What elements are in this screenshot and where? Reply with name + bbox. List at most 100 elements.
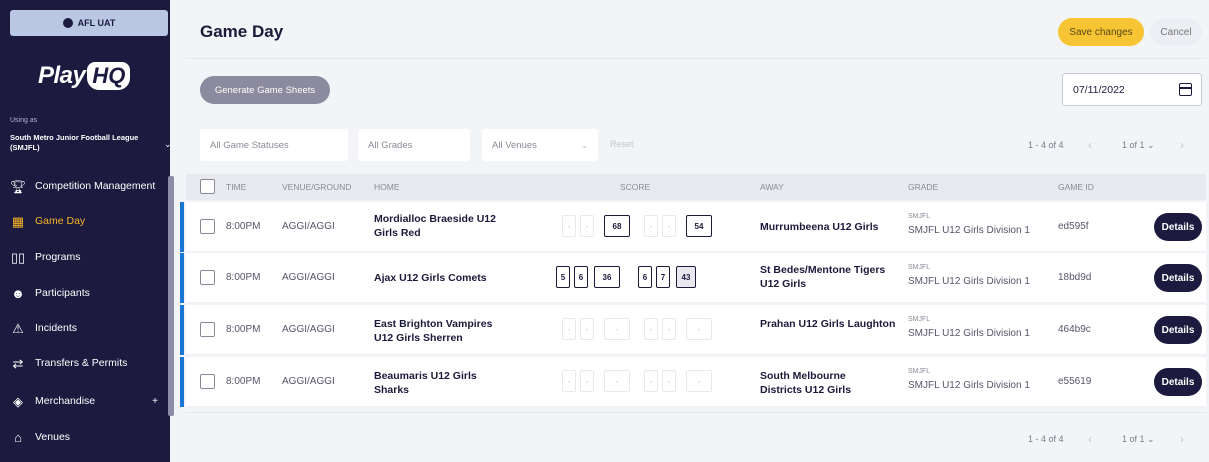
home-score-total[interactable]: - [604,370,630,392]
row-status-indicator [180,305,184,355]
playhq-logo[interactable]: Play HQ [38,58,131,94]
box-icon: ◈ [13,393,23,409]
header-divider [186,58,1206,59]
home-behinds-input[interactable]: - [580,370,594,392]
home-goals-input[interactable]: - [562,370,576,392]
home-behinds-input[interactable]: - [580,215,594,237]
grade-association: SMJFL [908,213,931,220]
home-score-total[interactable]: 68 [604,215,630,237]
row-checkbox[interactable] [200,219,215,234]
column-header-time[interactable]: TIME [226,182,246,192]
home-goals-input[interactable]: 5 [556,266,570,288]
away-score-total[interactable]: - [686,370,712,392]
calendar-icon[interactable] [1179,83,1192,96]
away-team: South Melbourne Districts U12 Girls [760,370,852,396]
people-icon: ☻ [11,285,25,301]
sidebar-item-incidents[interactable]: ⚠ Incidents [0,311,168,345]
away-behinds-input[interactable]: - [662,215,676,237]
cancel-button[interactable]: Cancel [1150,18,1202,46]
sidebar-scrollbar[interactable] [168,176,174,416]
home-team: East Brighton Vampires U12 Girls Sherren [374,318,493,344]
away-behinds-input[interactable]: 7 [656,266,670,288]
home-goals-input[interactable]: - [562,318,576,340]
away-behinds-input[interactable]: - [662,318,676,340]
chevron-left-icon[interactable]: ‹ [1088,432,1102,446]
row-status-indicator [180,202,184,252]
chevron-right-icon[interactable]: › [1180,432,1194,446]
table-bottom-divider [186,412,1206,413]
sidebar-item-label: Incidents [35,322,78,334]
globe-icon [62,18,73,28]
column-header-home[interactable]: HOME [374,182,400,192]
reset-filters-link[interactable]: Reset [610,139,634,149]
sidebar-item-label: Game Day [35,215,86,227]
table-row: 8:00PM AGGI/AGGI Ajax U12 Girls Comets 5… [180,253,1206,303]
logo-play-text: Play [38,62,86,89]
warning-icon: ⚠ [12,320,24,336]
row-checkbox[interactable] [200,374,215,389]
column-header-grade[interactable]: GRADE [908,182,938,192]
sidebar-item-competition-management[interactable]: 🏆︎ Competition Management [0,169,168,203]
chevron-right-icon[interactable]: › [1180,138,1194,152]
row-status-indicator [180,253,184,303]
away-behinds-input[interactable]: - [662,370,676,392]
page-selector[interactable]: 1 of 1 ⌄ [1122,140,1155,151]
away-score-total[interactable]: 43 [676,266,696,288]
away-goals-input[interactable]: - [644,370,658,392]
sidebar-item-participants[interactable]: ☻ Participants [0,276,168,310]
date-picker[interactable]: 07/11/2022 [1062,73,1202,106]
column-header-venue[interactable]: VENUE/GROUND [282,182,351,192]
sidebar-item-programs[interactable]: ▯▯ Programs [0,240,168,274]
using-as-label: Using as [10,117,38,124]
row-status-indicator [180,357,184,407]
game-venue: AGGI/AGGI [282,272,335,283]
details-button[interactable]: Details [1154,368,1202,396]
environment-label: AFL UAT [77,18,116,28]
page-selector[interactable]: 1 of 1 ⌄ [1122,434,1155,445]
sidebar-item-label: Transfers & Permits [35,357,128,369]
home-team: Mordialloc Braeside U12 Girls Red [374,213,496,239]
away-goals-input[interactable]: - [644,318,658,340]
home-behinds-input[interactable]: - [580,318,594,340]
away-goals-input[interactable]: 6 [638,266,652,288]
grade-filter[interactable]: All Grades [358,129,470,161]
away-team: Prahan U12 Girls Laughton [760,318,896,330]
game-status-filter[interactable]: All Game Statuses [200,129,348,161]
chevron-left-icon[interactable]: ‹ [1088,138,1102,152]
column-header-away[interactable]: AWAY [760,182,784,192]
away-score-total[interactable]: - [686,318,712,340]
home-score-total[interactable]: 36 [594,266,620,288]
expand-plus-icon[interactable]: + [152,396,158,407]
pagination-bottom: 1 - 4 of 4 ‹ 1 of 1 ⌄ › [1028,432,1202,448]
home-score-total[interactable]: - [604,318,630,340]
details-button[interactable]: Details [1154,316,1202,344]
column-header-game-id[interactable]: GAME ID [1058,182,1094,192]
grade-name: SMJFL U12 Girls Division 1 [908,225,1030,236]
trophy-icon: 🏆︎ [9,178,27,194]
sidebar-item-label: Participants [35,287,90,299]
away-goals-input[interactable]: - [644,215,658,237]
filter-label: All Game Statuses [210,139,289,151]
game-time: 8:00PM [226,324,261,335]
sidebar-item-merchandise[interactable]: ◈ Merchandise + [0,384,168,418]
column-header-score: SCORE [620,182,651,192]
away-score-total[interactable]: 54 [686,215,712,237]
details-button[interactable]: Details [1154,264,1202,292]
row-checkbox[interactable] [200,322,215,337]
sidebar-item-transfers-permits[interactable]: ⇄ Transfers & Permits [0,346,168,380]
chevron-down-icon[interactable]: ⌄ [164,139,172,150]
organisation-selector[interactable]: South Metro Junior Football League (SMJF… [10,133,160,153]
generate-game-sheets-button[interactable]: Generate Game Sheets [200,76,330,104]
home-goals-input[interactable]: - [562,215,576,237]
details-button[interactable]: Details [1154,213,1202,241]
row-checkbox[interactable] [200,270,215,285]
sidebar-item-game-day[interactable]: ▦ Game Day [0,204,168,238]
save-changes-button[interactable]: Save changes [1058,18,1144,46]
venue-filter[interactable]: All Venues ⌄ [482,129,598,161]
sidebar-item-venues[interactable]: ⌂ Venues [0,420,168,454]
transfer-arrows-icon: ⇄ [12,355,24,371]
scoreboard-icon: ▦ [11,213,25,229]
home-behinds-input[interactable]: 6 [574,266,588,288]
select-all-checkbox[interactable] [200,179,215,194]
environment-badge[interactable]: AFL UAT [10,10,168,36]
